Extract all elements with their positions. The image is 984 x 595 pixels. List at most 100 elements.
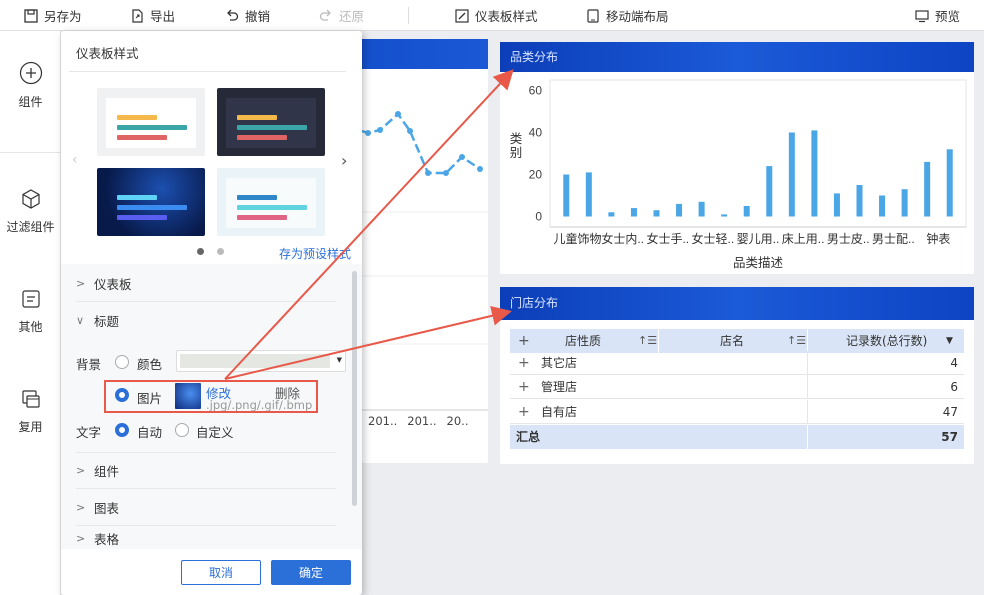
x-tick-label: 男士配.. xyxy=(872,232,915,246)
trend-chart-card[interactable]: 201.. 201.. 20.. xyxy=(362,39,488,463)
auto-radio[interactable] xyxy=(115,423,129,437)
sidebar-item-label: 其他 xyxy=(18,320,43,334)
save-preset-link[interactable]: 存为预设样式 xyxy=(279,245,351,262)
category-bar xyxy=(743,206,750,217)
cancel-button[interactable]: 取消 xyxy=(181,560,261,585)
trend-chart-plot xyxy=(362,111,488,411)
redo-label: 还原 xyxy=(339,9,365,24)
category-bar xyxy=(879,195,886,217)
x-tick-label: 女士内.. xyxy=(601,231,644,246)
column-header-type: 店性质 xyxy=(565,334,602,348)
category-bar xyxy=(856,185,863,217)
carousel-dot[interactable] xyxy=(217,248,224,255)
expand-icon[interactable]: + xyxy=(518,375,530,399)
monitor-icon xyxy=(915,9,929,22)
theme-thumb-light[interactable] xyxy=(97,88,205,156)
x-tick-label: 婴儿用.. xyxy=(737,232,780,246)
row-count: 47 xyxy=(942,405,958,419)
category-bar xyxy=(924,161,931,217)
sort-icon[interactable]: ↑☰ xyxy=(787,329,806,353)
row-store-type: 其它店 xyxy=(541,356,578,370)
column-divider xyxy=(658,329,659,353)
cube-icon xyxy=(21,189,40,209)
export-label: 导出 xyxy=(150,9,176,24)
carousel-next-icon[interactable]: › xyxy=(341,151,347,170)
undo-button[interactable]: 撤销 xyxy=(225,0,270,31)
sidebar-item-reuse[interactable]: 复用 xyxy=(0,388,61,435)
custom-radio[interactable] xyxy=(175,423,189,437)
table-row[interactable]: + 其它店 4 xyxy=(510,351,964,375)
category-bar xyxy=(563,174,570,217)
category-bar xyxy=(766,166,773,217)
mobile-layout-button[interactable]: 移动端布局 xyxy=(586,0,669,31)
carousel-dot-active[interactable] xyxy=(197,248,204,255)
section-title[interactable]: ∨ 标题 xyxy=(76,302,336,339)
trend-point xyxy=(477,166,483,172)
trend-x-labels: 201.. 201.. 20.. xyxy=(368,414,468,428)
component-sidebar: 组件 过滤组件 其他 复用 xyxy=(0,31,61,595)
scrollbar-thumb[interactable] xyxy=(352,271,357,506)
background-label: 背景 xyxy=(76,357,102,372)
auto-option-label: 自动 xyxy=(137,425,163,440)
style-icon xyxy=(455,8,469,23)
category-chart-card[interactable]: 品类分布 0 20 40 60 儿童饰物 女士内.. 女士手.. 女士轻.. 婴儿用.. 床上用.… xyxy=(500,42,974,274)
x-tick-label: 201.. xyxy=(368,414,398,428)
section-dashboard[interactable]: > 仪表板 xyxy=(76,265,336,302)
sort-icon[interactable]: ↑☰ xyxy=(638,329,657,353)
expand-icon[interactable]: + xyxy=(518,351,530,375)
confirm-button[interactable]: 确定 xyxy=(271,560,351,585)
color-picker[interactable]: ▼ xyxy=(176,350,346,372)
chevron-right-icon: > xyxy=(76,500,86,514)
redo-icon xyxy=(319,9,331,21)
sidebar-item-other[interactable]: 其他 xyxy=(0,288,61,335)
preview-button[interactable]: 预览 xyxy=(915,0,960,31)
sidebar-item-component[interactable]: 组件 xyxy=(0,61,61,110)
carousel-prev-icon[interactable]: ‹ xyxy=(72,152,78,168)
total-label: 汇总 xyxy=(516,430,541,444)
thumb-bar xyxy=(237,205,307,210)
category-bar xyxy=(833,193,840,217)
section-component[interactable]: > 组件 xyxy=(76,452,336,489)
trend-point xyxy=(425,170,431,176)
sidebar-item-filter[interactable]: 过滤组件 xyxy=(0,188,61,235)
trend-point xyxy=(459,154,465,160)
table-row[interactable]: + 自有店 47 xyxy=(510,400,964,424)
export-button[interactable]: 导出 xyxy=(130,0,175,31)
redo-button[interactable]: 还原 xyxy=(319,0,364,31)
x-tick-label: 20.. xyxy=(446,414,469,428)
thumb-bar xyxy=(117,195,157,200)
row-count: 6 xyxy=(950,380,958,394)
thumb-bar xyxy=(237,135,287,140)
table-row[interactable]: + 管理店 6 xyxy=(510,375,964,399)
table-header-row: + 店性质 ↑☰ 店名 ↑☰ 记录数(总行数) ▼ xyxy=(510,329,964,353)
plus-circle-icon xyxy=(19,61,42,85)
chevron-down-icon: ∨ xyxy=(76,314,85,327)
thumb-bar xyxy=(117,215,167,220)
expand-icon[interactable]: + xyxy=(518,400,530,424)
section-table[interactable]: > 表格 xyxy=(76,526,336,550)
expand-all-icon[interactable]: + xyxy=(518,329,530,353)
section-chart[interactable]: > 图表 xyxy=(76,489,336,526)
custom-option-label: 自定义 xyxy=(196,425,234,440)
y-tick-label: 40 xyxy=(529,126,543,140)
theme-thumb-fresh[interactable] xyxy=(217,168,325,236)
category-bar xyxy=(608,212,615,217)
x-tick-label: 女士轻.. xyxy=(692,231,735,246)
save-as-button[interactable]: 另存为 xyxy=(24,0,82,31)
thumb-bar xyxy=(237,195,277,200)
thumb-bar xyxy=(117,205,187,210)
sidebar-item-label: 组件 xyxy=(18,95,43,109)
thumb-panel xyxy=(106,98,196,148)
sidebar-item-label: 过滤组件 xyxy=(6,220,55,234)
x-tick-label: 床上用.. xyxy=(782,232,825,246)
theme-thumb-dark[interactable] xyxy=(217,88,325,156)
dashboard-style-button[interactable]: 仪表板样式 xyxy=(455,0,538,31)
section-label: 标题 xyxy=(94,314,120,329)
total-value: 57 xyxy=(941,430,958,444)
color-radio[interactable] xyxy=(115,355,129,369)
dropdown-icon[interactable]: ▼ xyxy=(946,329,953,353)
theme-thumb-blue[interactable] xyxy=(97,168,205,236)
store-table-header: 门店分布 xyxy=(500,287,974,320)
save-as-label: 另存为 xyxy=(44,9,82,24)
store-table-card[interactable]: 门店分布 + 店性质 ↑☰ 店名 ↑☰ 记录数(总行数) ▼ + 其它店 4 +… xyxy=(500,287,974,464)
